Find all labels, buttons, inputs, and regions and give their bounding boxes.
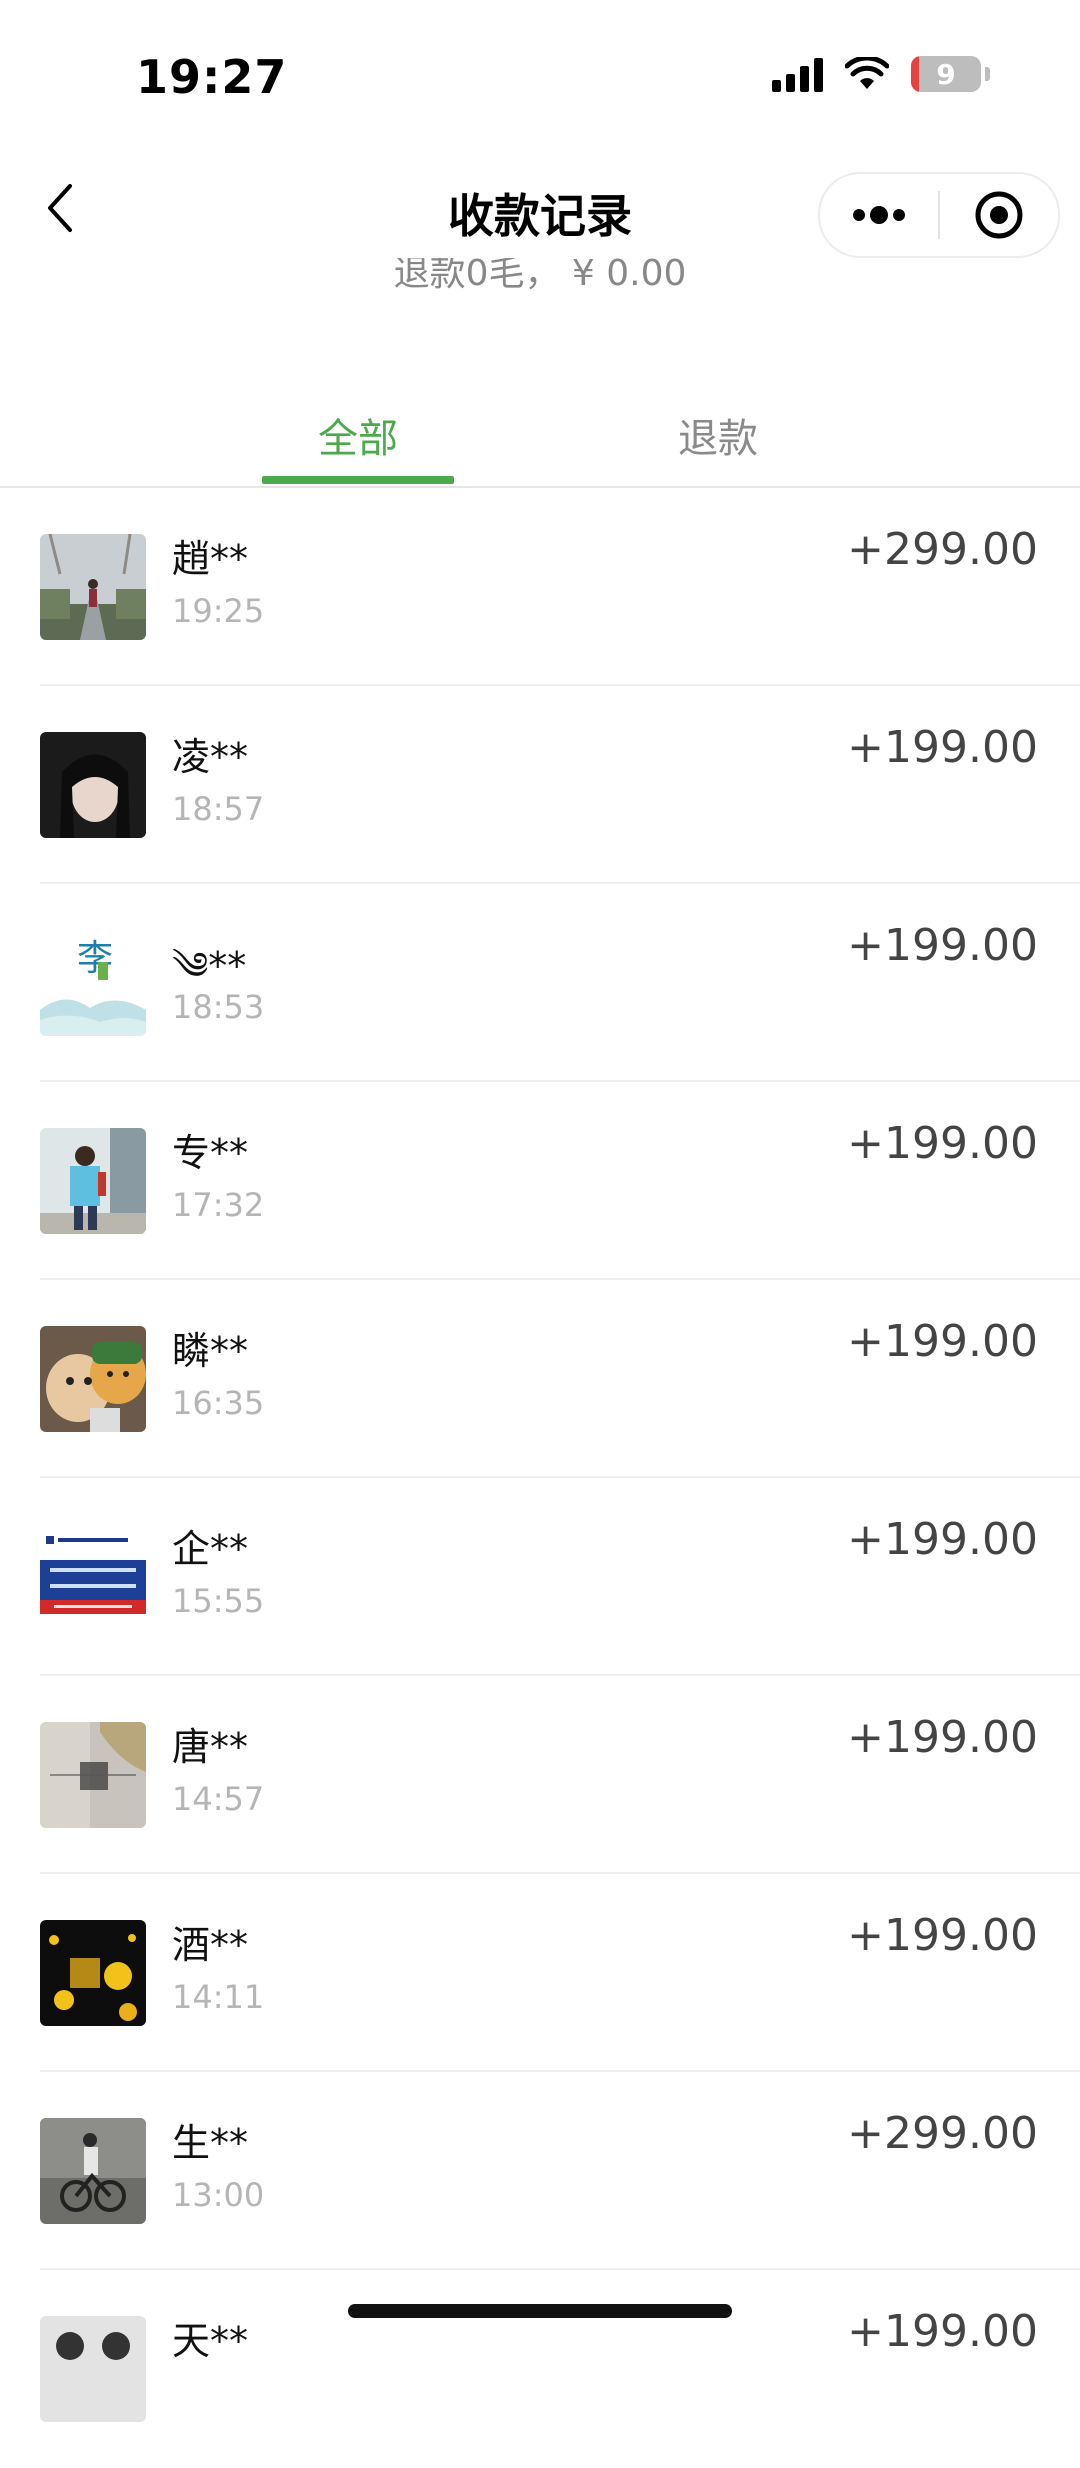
payment-time: 14:11 bbox=[172, 1978, 265, 2016]
payer-name: 生** bbox=[172, 2121, 249, 2165]
avatar: 李 bbox=[40, 930, 146, 1036]
tab-refund[interactable]: 退款 bbox=[622, 406, 814, 464]
payer-name: 凌** bbox=[172, 735, 249, 779]
payment-time: 16:35 bbox=[172, 1384, 265, 1422]
navigation-bar: 收款记录 bbox=[0, 160, 1080, 270]
payment-time: 19:25 bbox=[172, 592, 265, 630]
payment-time: 13:00 bbox=[172, 2176, 265, 2214]
list-item[interactable]: 李 ༄** 18:53 +199.00 bbox=[0, 884, 1080, 1082]
home-indicator[interactable] bbox=[348, 2304, 732, 2318]
tab-bar: 全部 退款 bbox=[0, 390, 1080, 488]
mini-program-capsule bbox=[818, 172, 1060, 258]
wifi-icon bbox=[845, 57, 889, 89]
payer-name: 瞵** bbox=[172, 1329, 249, 1373]
payment-amount: +199.00 bbox=[847, 1316, 1038, 1367]
payer-name: 趙** bbox=[172, 537, 249, 581]
payer-name: 酒** bbox=[172, 1923, 249, 1967]
status-icons: 9 bbox=[772, 56, 990, 92]
battery-icon: 9 bbox=[911, 56, 981, 92]
payment-record-list: 趙** 19:25 +299.00 凌** 18:57 +199.00 李 ༄*… bbox=[0, 488, 1080, 2468]
battery-level-text: 9 bbox=[936, 57, 956, 91]
payment-amount: +299.00 bbox=[847, 524, 1038, 575]
payment-amount: +199.00 bbox=[847, 1118, 1038, 1169]
payment-amount: +199.00 bbox=[847, 2306, 1038, 2357]
avatar bbox=[40, 1524, 146, 1630]
list-item[interactable]: 酒** 14:11 +199.00 bbox=[0, 1874, 1080, 2072]
more-button[interactable] bbox=[820, 174, 938, 256]
payment-time: 15:55 bbox=[172, 1582, 265, 1620]
avatar bbox=[40, 1326, 146, 1432]
avatar bbox=[40, 1722, 146, 1828]
list-item[interactable]: 唐** 14:57 +199.00 bbox=[0, 1676, 1080, 1874]
payment-amount: +199.00 bbox=[847, 920, 1038, 971]
list-item[interactable]: 专** 17:32 +199.00 bbox=[0, 1082, 1080, 1280]
avatar bbox=[40, 534, 146, 640]
list-item[interactable]: 凌** 18:57 +199.00 bbox=[0, 686, 1080, 884]
close-mini-program-button[interactable] bbox=[940, 174, 1058, 256]
payment-amount: +199.00 bbox=[847, 1514, 1038, 1565]
list-item[interactable]: 企** 15:55 +199.00 bbox=[0, 1478, 1080, 1676]
payer-name: 唐** bbox=[172, 1725, 249, 1769]
payment-amount: +199.00 bbox=[847, 1910, 1038, 1961]
list-item[interactable]: 天** +199.00 bbox=[0, 2270, 1080, 2468]
avatar bbox=[40, 1920, 146, 2026]
payment-time: 14:57 bbox=[172, 1780, 265, 1818]
list-item[interactable]: 瞵** 16:35 +199.00 bbox=[0, 1280, 1080, 1478]
payer-name: 专** bbox=[172, 1131, 249, 1175]
payment-amount: +299.00 bbox=[847, 2108, 1038, 2159]
avatar bbox=[40, 732, 146, 838]
battery-cap bbox=[985, 67, 990, 81]
payer-name: 天** bbox=[172, 2319, 249, 2363]
refund-summary-text: 退款0毛， ¥ 0.00 bbox=[393, 258, 687, 294]
status-bar: 19:27 9 bbox=[0, 0, 1080, 150]
avatar bbox=[40, 1128, 146, 1234]
payment-time: 17:32 bbox=[172, 1186, 265, 1224]
list-item[interactable]: 生** 13:00 +299.00 bbox=[0, 2072, 1080, 2270]
payment-time: 18:53 bbox=[172, 988, 265, 1026]
more-dots-icon bbox=[853, 206, 905, 224]
payment-time: 18:57 bbox=[172, 790, 265, 828]
status-time: 19:27 bbox=[136, 50, 288, 104]
active-tab-indicator bbox=[262, 476, 454, 484]
avatar bbox=[40, 2316, 146, 2422]
payment-amount: +199.00 bbox=[847, 1712, 1038, 1763]
list-item[interactable]: 趙** 19:25 +299.00 bbox=[0, 488, 1080, 686]
payment-amount: +199.00 bbox=[847, 722, 1038, 773]
payer-name: 企** bbox=[172, 1527, 249, 1571]
refund-summary: 退款0毛， ¥ 0.00 bbox=[0, 258, 1080, 298]
cellular-signal-icon bbox=[772, 56, 823, 92]
avatar bbox=[40, 2118, 146, 2224]
target-close-icon bbox=[975, 191, 1023, 239]
tab-all[interactable]: 全部 bbox=[262, 406, 454, 464]
